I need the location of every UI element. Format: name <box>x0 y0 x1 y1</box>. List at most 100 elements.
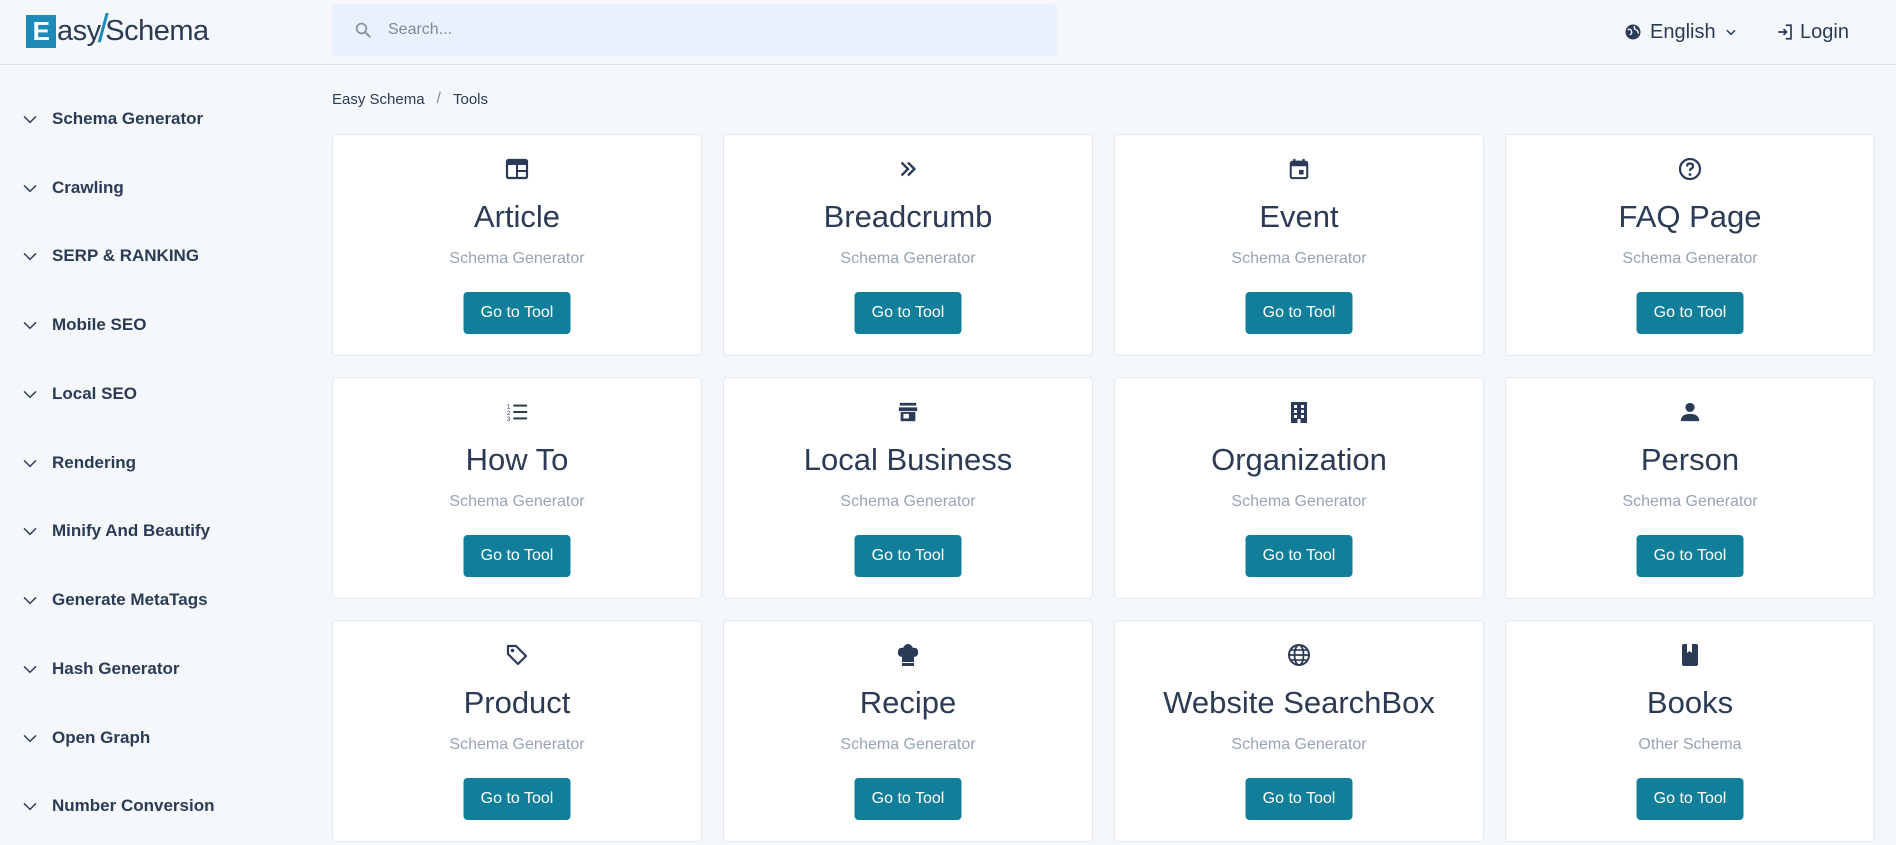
go-to-tool-button[interactable]: Go to Tool <box>854 535 962 577</box>
chevron-down-icon <box>23 802 37 811</box>
globe-icon <box>1625 24 1641 40</box>
chevron-down-icon <box>23 459 37 468</box>
go-to-tool-button[interactable]: Go to Tool <box>854 778 962 820</box>
card-title: Person <box>1640 442 1740 477</box>
card-title: Books <box>1646 685 1734 720</box>
sidebar-item-rendering[interactable]: Rendering <box>22 448 136 478</box>
login-button[interactable]: Login <box>1776 16 1849 48</box>
tool-card-how-to: 123 How To Schema Generator Go to Tool <box>332 377 702 599</box>
card-title: Recipe <box>859 685 957 720</box>
sidebar-item-schema-generator[interactable]: Schema Generator <box>22 104 203 134</box>
sidebar-item-local-seo[interactable]: Local SEO <box>22 379 137 409</box>
search-icon <box>355 22 371 38</box>
sidebar-item-mobile-seo[interactable]: Mobile SEO <box>22 310 146 340</box>
tool-card-local-business: Local Business Schema Generator Go to To… <box>723 377 1093 599</box>
sidebar-item-serp-ranking[interactable]: SERP & RANKING <box>22 241 199 271</box>
go-to-tool-button[interactable]: Go to Tool <box>1636 778 1744 820</box>
tool-card-product: Product Schema Generator Go to Tool <box>332 620 702 842</box>
sidebar-item-label: Mobile SEO <box>52 315 147 334</box>
sidebar-item-label: Rendering <box>52 453 137 472</box>
sidebar-item-hash-generator[interactable]: Hash Generator <box>22 654 180 684</box>
go-to-tool-button[interactable]: Go to Tool <box>463 535 571 577</box>
go-to-tool-button[interactable]: Go to Tool <box>1245 535 1353 577</box>
chevron-down-icon <box>23 527 37 536</box>
go-to-tool-button[interactable]: Go to Tool <box>1636 535 1744 577</box>
tool-card-website-searchbox: Website SearchBox Schema Generator Go to… <box>1114 620 1484 842</box>
chef-hat-icon <box>724 641 1092 669</box>
sidebar-item-generate-metatags[interactable]: Generate MetaTags <box>22 585 208 615</box>
card-title: How To <box>465 442 569 477</box>
tool-card-event: Event Schema Generator Go to Tool <box>1114 134 1484 356</box>
card-subtitle: Schema Generator <box>840 493 976 510</box>
double-chevron-icon <box>724 155 1092 183</box>
sidebar-item-minify-beautify[interactable]: Minify And Beautify <box>22 516 210 546</box>
card-subtitle: Schema Generator <box>840 250 976 267</box>
chevron-down-icon <box>23 115 37 124</box>
card-subtitle: Schema Generator <box>1231 250 1367 267</box>
article-icon <box>333 155 701 183</box>
sidebar-item-crawling[interactable]: Crawling <box>22 173 124 203</box>
go-to-tool-button[interactable]: Go to Tool <box>1245 292 1353 334</box>
sidebar-item-open-graph[interactable]: Open Graph <box>22 723 150 753</box>
list-icon: 123 <box>333 398 701 426</box>
logo-text-schema: Schema <box>105 14 209 47</box>
login-icon <box>1778 24 1792 40</box>
store-icon <box>724 398 1092 426</box>
chevron-down-icon <box>23 184 37 193</box>
tool-card-recipe: Recipe Schema Generator Go to Tool <box>723 620 1093 842</box>
card-title: FAQ Page <box>1618 199 1762 234</box>
sidebar-item-label: Hash Generator <box>52 659 180 678</box>
breadcrumb-home-link[interactable]: Easy Schema <box>332 91 425 108</box>
svg-text:3: 3 <box>507 416 511 423</box>
language-label: English <box>1650 20 1716 43</box>
go-to-tool-button[interactable]: Go to Tool <box>1636 292 1744 334</box>
chevron-down-icon <box>23 252 37 261</box>
globe-icon <box>1115 641 1483 669</box>
breadcrumb-current: Tools <box>453 90 489 108</box>
tool-card-books: Books Other Schema Go to Tool <box>1505 620 1875 842</box>
tool-card-organization: Organization Schema Generator Go to Tool <box>1114 377 1484 599</box>
sidebar-item-label: Minify And Beautify <box>52 521 211 540</box>
go-to-tool-button[interactable]: Go to Tool <box>463 292 571 334</box>
sidebar-item-label: Schema Generator <box>52 109 204 128</box>
tool-card-person: Person Schema Generator Go to Tool <box>1505 377 1875 599</box>
card-subtitle: Schema Generator <box>1622 493 1758 510</box>
sidebar-item-label: Number Conversion <box>52 796 215 815</box>
go-to-tool-button[interactable]: Go to Tool <box>1245 778 1353 820</box>
card-title: Website SearchBox <box>1163 685 1435 720</box>
card-subtitle: Schema Generator <box>1231 736 1367 753</box>
logo-slash: / <box>97 6 109 51</box>
logo-e-box: E <box>26 14 56 48</box>
sidebar-item-number-conversion[interactable]: Number Conversion <box>22 791 214 821</box>
go-to-tool-button[interactable]: Go to Tool <box>854 292 962 334</box>
logo[interactable]: E asy / Schema <box>26 6 209 52</box>
language-selector[interactable]: English <box>1624 16 1738 48</box>
card-subtitle: Schema Generator <box>449 736 585 753</box>
chevron-down-icon <box>1725 29 1736 36</box>
card-title: Event <box>1259 199 1339 234</box>
go-to-tool-button[interactable]: Go to Tool <box>463 778 571 820</box>
card-title: Organization <box>1211 442 1387 477</box>
question-icon <box>1506 155 1874 183</box>
top-bar: E asy / Schema English Login <box>0 0 1896 65</box>
tool-card-article: Article Schema Generator Go to Tool <box>332 134 702 356</box>
card-title: Product <box>463 685 571 720</box>
logo-text-easy: asy <box>57 14 101 47</box>
search-bar[interactable] <box>332 4 1057 56</box>
card-subtitle: Schema Generator <box>1231 493 1367 510</box>
card-subtitle: Schema Generator <box>1622 250 1758 267</box>
chevron-down-icon <box>23 734 37 743</box>
search-input[interactable] <box>388 21 988 39</box>
calendar-icon <box>1115 155 1483 183</box>
sidebar-item-label: Open Graph <box>52 728 151 747</box>
breadcrumb-separator: / <box>436 90 441 107</box>
chevron-down-icon <box>23 321 37 330</box>
chevron-down-icon <box>23 665 37 674</box>
card-subtitle: Schema Generator <box>449 250 585 267</box>
card-title: Breadcrumb <box>823 199 993 234</box>
chevron-down-icon <box>23 596 37 605</box>
sidebar: Schema Generator Crawling SERP & RANKING… <box>0 66 300 845</box>
card-subtitle: Schema Generator <box>840 736 976 753</box>
login-label: Login <box>1800 20 1849 43</box>
chevron-down-icon <box>23 390 37 399</box>
